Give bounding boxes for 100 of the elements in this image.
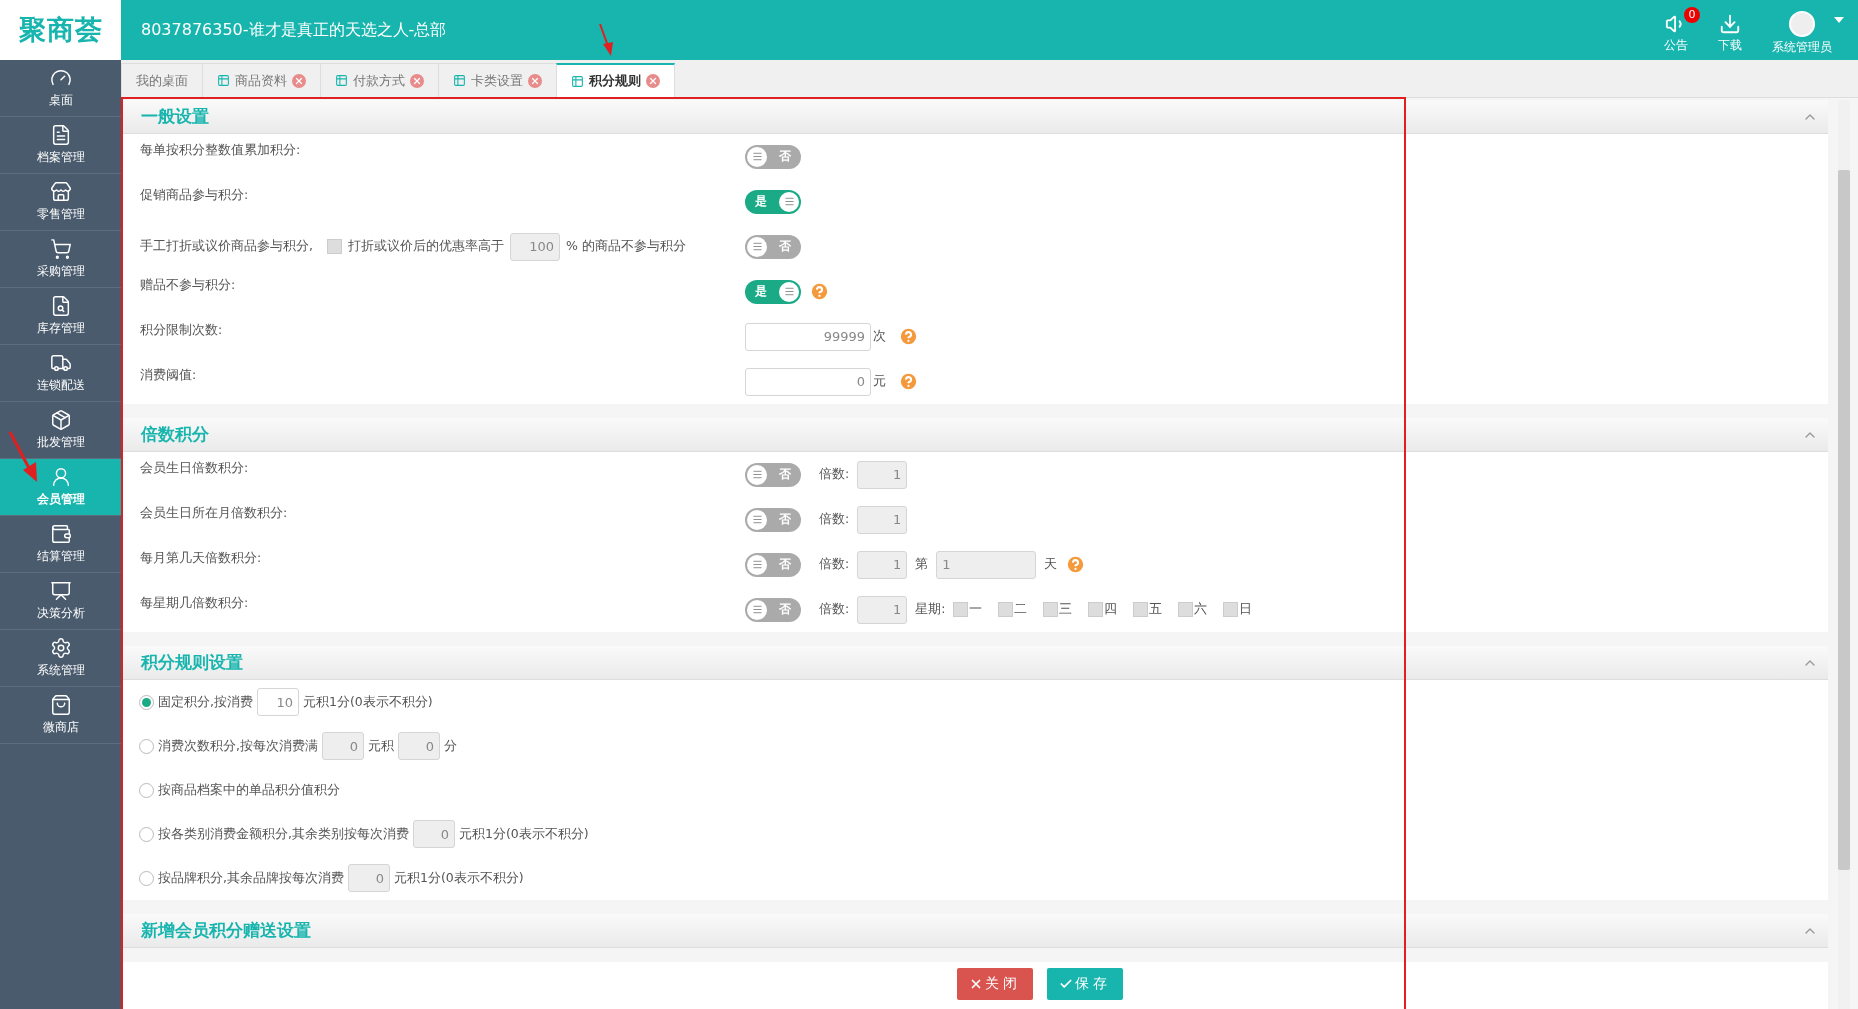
download-button[interactable]: 下载 [1714, 6, 1754, 54]
rule-text: 按商品档案中的单品积分值积分 [158, 781, 340, 799]
toggle-switch[interactable]: 否 [745, 462, 801, 487]
sidebar-item[interactable]: 结算管理 [0, 516, 121, 573]
sidebar-item[interactable]: 会员管理 [0, 459, 121, 516]
multiplier-field[interactable]: 1 [857, 550, 908, 579]
sidebar-item[interactable]: 系统管理 [0, 630, 121, 687]
setting-label: 促销商品参与积分: [140, 187, 250, 204]
day-prefix: 第 [915, 556, 929, 573]
toggle-switch[interactable]: 否 [745, 597, 801, 622]
amount-field[interactable]: 0 [348, 864, 390, 892]
chart-icon [49, 580, 72, 602]
radio-button[interactable] [139, 826, 154, 842]
multiplier-field[interactable]: 1 [857, 505, 908, 534]
weekday-checkbox[interactable] [998, 602, 1014, 617]
rule-text: 固定积分,按消费 [158, 693, 253, 711]
multiplier-label: 倍数: [819, 466, 850, 483]
cart-icon [49, 238, 72, 260]
store-icon [49, 181, 72, 203]
bag-icon [49, 694, 72, 716]
close-button[interactable]: 关闭 [956, 968, 1033, 1000]
radio-button[interactable] [139, 738, 154, 754]
day-field[interactable]: 1 [936, 550, 1037, 579]
rate-field[interactable]: 100 [510, 232, 560, 261]
lines-icon [751, 514, 763, 525]
rule-text: 分 [444, 737, 457, 755]
unit-label: 元 [873, 373, 886, 390]
annotation-arrow [599, 23, 613, 56]
download-icon [1719, 12, 1741, 35]
sidebar-item[interactable]: 零售管理 [0, 174, 121, 231]
amount-field[interactable]: 0 [413, 820, 455, 848]
amount-field[interactable]: 0 [398, 732, 440, 760]
rule-text: 按品牌积分,其余品牌按每次消费 [158, 869, 344, 887]
weekday-checkbox[interactable] [1223, 602, 1239, 617]
weekday-checkbox[interactable] [1088, 602, 1104, 617]
setting-label: 赠品不参与积分: [140, 277, 237, 294]
setting-label: 每单按积分整数值累加积分: [140, 142, 302, 159]
help-icon[interactable] [898, 371, 919, 392]
weekday-text: 六 [1194, 601, 1208, 618]
section-title: 积分规则设置 [141, 651, 243, 674]
radio-button[interactable] [139, 782, 154, 798]
help-icon[interactable] [1065, 554, 1087, 575]
unit-label: 次 [873, 328, 886, 345]
rule-text: 元积1分(0表示不积分) [394, 869, 524, 887]
rule-text: 按各类别消费金额积分,其余类别按每次消费 [158, 825, 409, 843]
close-icon[interactable] [410, 73, 424, 88]
toggle-switch[interactable]: 是 [745, 189, 801, 214]
setting-label: 消费阈值: [140, 367, 198, 384]
weekday-checkbox[interactable] [953, 602, 969, 617]
user-menu[interactable]: 系统管理员 [1768, 4, 1844, 56]
toggle-switch[interactable]: 是 [745, 279, 801, 304]
settings-icon [49, 637, 72, 659]
weekday-checkbox[interactable] [1043, 602, 1059, 617]
lines-icon [751, 559, 763, 570]
close-icon[interactable] [646, 74, 660, 88]
table-icon [217, 74, 230, 87]
sidebar-item[interactable]: 库存管理 [0, 288, 121, 345]
count-badge: 0 [1684, 6, 1700, 23]
sidebar-item[interactable]: 微商店 [0, 687, 121, 744]
box-icon [49, 409, 72, 431]
radio-button[interactable] [139, 694, 154, 710]
help-icon[interactable] [898, 326, 919, 347]
sidebar-item[interactable]: 决策分析 [0, 573, 121, 630]
close-icon[interactable] [292, 73, 306, 88]
check-icon [1058, 977, 1073, 991]
weekday-text: 五 [1149, 601, 1163, 618]
multiplier-field[interactable]: 1 [857, 460, 908, 489]
toggle-switch[interactable]: 否 [745, 234, 801, 259]
tab[interactable]: 积分规则 [556, 63, 675, 97]
toggle-switch[interactable]: 否 [745, 144, 801, 169]
sidebar-item[interactable]: 连锁配送 [0, 345, 121, 402]
table-icon [453, 74, 466, 87]
help-icon[interactable] [809, 281, 830, 302]
radio-button[interactable] [139, 870, 154, 886]
page-title: 8037876350-谁才是真正的天选之人-总部 [141, 19, 447, 41]
notice-button[interactable]: 公告 0 [1660, 6, 1700, 54]
day-suffix: 天 [1044, 556, 1058, 573]
setting-text: % 的商品不参与积分 [566, 238, 686, 255]
table-icon [335, 74, 348, 87]
multiplier-field[interactable]: 1 [857, 595, 908, 624]
amount-field[interactable]: 0 [322, 732, 364, 760]
lines-icon [783, 196, 795, 207]
amount-field[interactable]: 10 [257, 688, 299, 716]
toggle-switch[interactable]: 否 [745, 507, 801, 532]
sidebar-item[interactable]: 档案管理 [0, 117, 121, 174]
checkbox[interactable] [327, 239, 342, 254]
save-button[interactable]: 保存 [1046, 968, 1123, 1000]
scrollbar[interactable] [1838, 100, 1850, 1009]
lines-icon [783, 286, 795, 297]
number-field[interactable]: 99999 [745, 322, 871, 351]
close-icon[interactable] [528, 73, 542, 88]
toggle-switch[interactable]: 否 [745, 552, 801, 577]
number-field[interactable]: 0 [745, 367, 871, 396]
truck-icon [49, 352, 72, 374]
tab[interactable]: 我的桌面 [121, 63, 203, 97]
sidebar-item[interactable]: 采购管理 [0, 231, 121, 288]
weekday-text: 三 [1059, 601, 1073, 618]
wallet-icon [49, 523, 72, 545]
weekday-checkbox[interactable] [1133, 602, 1149, 617]
weekday-checkbox[interactable] [1178, 602, 1194, 617]
